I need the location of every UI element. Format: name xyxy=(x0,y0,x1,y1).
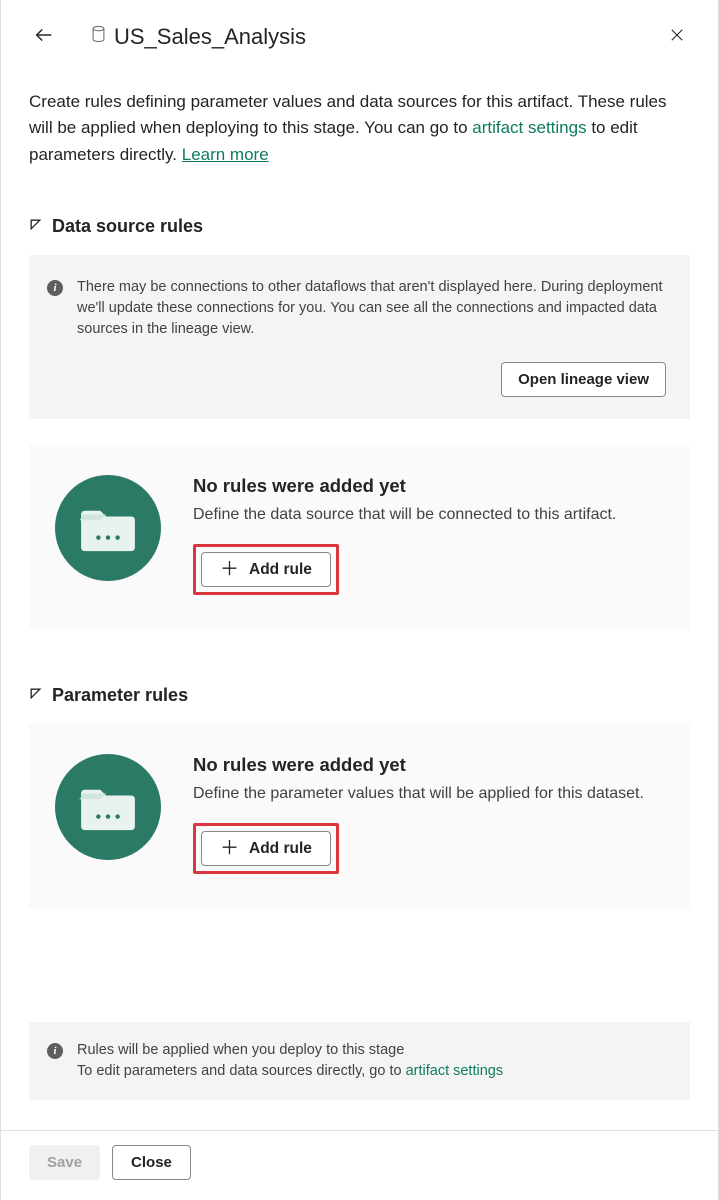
parameter-empty-title: No rules were added yet xyxy=(193,754,664,776)
artifact-settings-link[interactable]: artifact settings xyxy=(472,118,586,137)
plus-icon: ＋ xyxy=(220,560,239,579)
data-source-section-header[interactable]: Data source rules xyxy=(29,216,690,237)
add-data-source-rule-button[interactable]: ＋ Add rule xyxy=(201,552,331,587)
artifact-title: US_Sales_Analysis xyxy=(91,24,306,50)
data-source-empty-desc: Define the data source that will be conn… xyxy=(193,503,664,526)
footer-info-box: i Rules will be applied when you deploy … xyxy=(29,1022,690,1100)
back-button[interactable] xyxy=(29,20,59,53)
parameter-empty-state: No rules were added yet Define the param… xyxy=(29,724,690,908)
data-source-add-rule-highlight: ＋ Add rule xyxy=(193,544,339,595)
folder-icon xyxy=(55,754,161,860)
add-parameter-rule-button[interactable]: ＋ Add rule xyxy=(201,831,331,866)
data-source-info-box: i There may be connections to other data… xyxy=(29,255,690,419)
parameter-empty-desc: Define the parameter values that will be… xyxy=(193,782,664,805)
parameter-section-header[interactable]: Parameter rules xyxy=(29,685,690,706)
folder-icon xyxy=(55,475,161,581)
database-icon xyxy=(91,25,106,48)
info-icon: i xyxy=(47,1043,63,1059)
data-source-empty-state: No rules were added yet Define the data … xyxy=(29,445,690,629)
footer-bar: Save Close xyxy=(1,1130,718,1200)
panel-description: Create rules defining parameter values a… xyxy=(29,89,690,168)
collapse-icon xyxy=(29,687,42,705)
artifact-name-label: US_Sales_Analysis xyxy=(114,24,306,50)
save-button[interactable]: Save xyxy=(29,1145,100,1180)
close-button[interactable]: Close xyxy=(112,1145,191,1180)
arrow-left-icon xyxy=(33,24,55,49)
parameter-add-rule-highlight: ＋ Add rule xyxy=(193,823,339,874)
plus-icon: ＋ xyxy=(220,839,239,858)
data-source-empty-title: No rules were added yet xyxy=(193,475,664,497)
info-icon: i xyxy=(47,280,63,296)
data-source-info-text: There may be connections to other datafl… xyxy=(77,277,666,340)
collapse-icon xyxy=(29,218,42,236)
footer-artifact-settings-link[interactable]: artifact settings xyxy=(406,1063,504,1079)
close-panel-button[interactable] xyxy=(664,22,690,51)
open-lineage-view-button[interactable]: Open lineage view xyxy=(501,362,666,397)
close-icon xyxy=(668,26,686,47)
learn-more-link[interactable]: Learn more xyxy=(182,145,269,164)
data-source-section-title: Data source rules xyxy=(52,216,203,237)
parameter-section-title: Parameter rules xyxy=(52,685,188,706)
footer-info-line1: Rules will be applied when you deploy to… xyxy=(77,1040,503,1061)
panel-header: US_Sales_Analysis xyxy=(29,20,690,53)
